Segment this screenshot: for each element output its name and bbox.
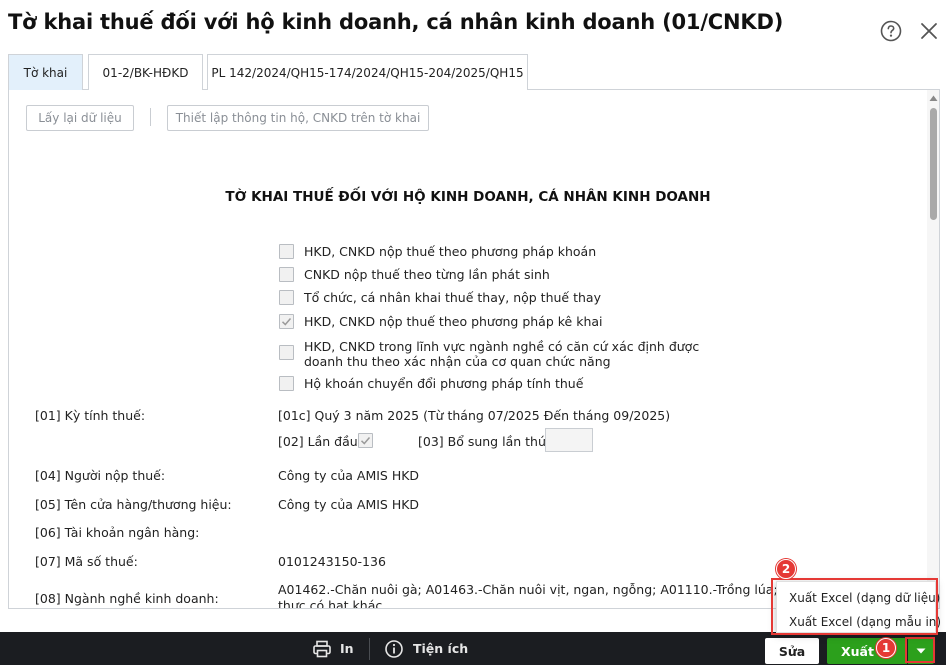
scrollbar-thumb[interactable] [930, 108, 937, 220]
nganh-nghe-value-2: thực có hạt khác [278, 598, 383, 608]
option-checkbox[interactable] [279, 267, 294, 282]
print-label: In [340, 641, 354, 656]
nganh-nghe-value: A01462.-Chăn nuôi gà; A01463.-Chăn nuôi … [278, 582, 856, 597]
option-khoan[interactable]: HKD, CNKD nộp thuế theo phương pháp khoá… [279, 244, 596, 259]
close-icon[interactable] [918, 20, 940, 42]
info-circle-icon [385, 639, 403, 658]
scroll-up-icon[interactable] [929, 94, 938, 102]
toolbar-divider [150, 108, 151, 126]
option-ke-khai[interactable]: HKD, CNKD nộp thuế theo phương pháp kê k… [279, 314, 603, 329]
dialog-title: Tờ khai thuế đối với hộ kinh doanh, cá n… [8, 10, 784, 34]
lan-dau-label: [02] Lần đầu [278, 434, 358, 449]
option-label: HKD, CNKD trong lĩnh vực ngành nghề có c… [304, 339, 700, 369]
option-label: CNKD nộp thuế theo từng lần phát sinh [304, 267, 550, 282]
annotation-badge-2: 2 [776, 559, 796, 579]
option-checkbox[interactable] [279, 345, 294, 360]
lan-dau-checkbox[interactable] [358, 433, 373, 448]
highlight-box-caret [905, 637, 935, 663]
tab-bk-hdkd[interactable]: 01-2/BK-HĐKD [88, 54, 203, 90]
bo-sung-input[interactable] [545, 428, 593, 452]
utility-label: Tiện ích [413, 641, 469, 656]
tab-pl-142[interactable]: PL 142/2024/QH15-174/2024/QH15-204/2025/… [207, 54, 528, 90]
ma-so-thue-label: [07] Mã số thuế: [35, 554, 138, 569]
edit-button[interactable]: Sửa [765, 638, 819, 664]
ky-tinh-thue-value: [01c] Quý 3 năm 2025 (Từ tháng 07/2025 Đ… [278, 408, 671, 423]
option-label: Tổ chức, cá nhân khai thuế thay, nộp thu… [304, 290, 601, 305]
ten-cua-hang-label: [05] Tên cửa hàng/thương hiệu: [35, 497, 232, 512]
option-xac-nhan[interactable]: HKD, CNKD trong lĩnh vực ngành nghề có c… [279, 339, 699, 369]
nguoi-nop-thue-value: Công ty của AMIS HKD [278, 468, 420, 483]
help-circle-icon[interactable] [880, 20, 902, 42]
option-label: Hộ khoán chuyển đổi phương pháp tính thu… [304, 376, 584, 391]
tai-khoan-label: [06] Tài khoản ngân hàng: [35, 525, 200, 540]
option-chuyen-doi[interactable]: Hộ khoán chuyển đổi phương pháp tính thu… [279, 376, 583, 391]
option-checkbox[interactable] [279, 244, 294, 259]
printer-icon [313, 640, 331, 657]
declaration-content: Lấy lại dữ liệu Thiết lập thông tin hộ, … [9, 90, 927, 608]
option-label: HKD, CNKD nộp thuế theo phương pháp kê k… [304, 314, 603, 329]
footer-divider [369, 638, 370, 660]
option-khai-thay[interactable]: Tổ chức, cá nhân khai thuế thay, nộp thu… [279, 290, 601, 305]
option-label: HKD, CNKD nộp thuế theo phương pháp khoá… [304, 244, 597, 259]
check-icon [360, 437, 371, 445]
tab-to-khai[interactable]: Tờ khai [8, 54, 83, 90]
option-checkbox-checked[interactable] [279, 314, 294, 329]
reload-data-button[interactable]: Lấy lại dữ liệu [26, 105, 134, 131]
option-checkbox[interactable] [279, 376, 294, 391]
check-icon [281, 318, 292, 326]
option-tung-lan[interactable]: CNKD nộp thuế theo từng lần phát sinh [279, 267, 550, 282]
ma-so-thue-value: 0101243150-136 [278, 554, 386, 569]
ten-cua-hang-value: Công ty của AMIS HKD [278, 497, 420, 512]
nganh-nghe-label: [08] Ngành nghề kinh doanh: [35, 591, 219, 606]
highlight-box-menu [771, 578, 938, 635]
footer-bar: In Tiện ích Sửa Xuất [0, 632, 946, 665]
option-checkbox[interactable] [279, 290, 294, 305]
bo-sung-label: [03] Bổ sung lần thứ: [418, 434, 551, 449]
ky-tinh-thue-label: [01] Kỳ tính thuế: [35, 408, 146, 423]
form-heading: TỜ KHAI THUẾ ĐỐI VỚI HỘ KINH DOANH, CÁ N… [225, 189, 711, 205]
annotation-badge-1: 1 [876, 638, 896, 658]
utility-button[interactable]: Tiện ích [384, 632, 468, 665]
tax-declaration-dialog: Tờ khai thuế đối với hộ kinh doanh, cá n… [0, 0, 946, 665]
setup-info-button[interactable]: Thiết lập thông tin hộ, CNKD trên tờ kha… [167, 105, 429, 131]
print-button[interactable]: In [312, 632, 354, 665]
nguoi-nop-thue-label: [04] Người nộp thuế: [35, 468, 166, 483]
export-label: Xuất [841, 643, 874, 659]
